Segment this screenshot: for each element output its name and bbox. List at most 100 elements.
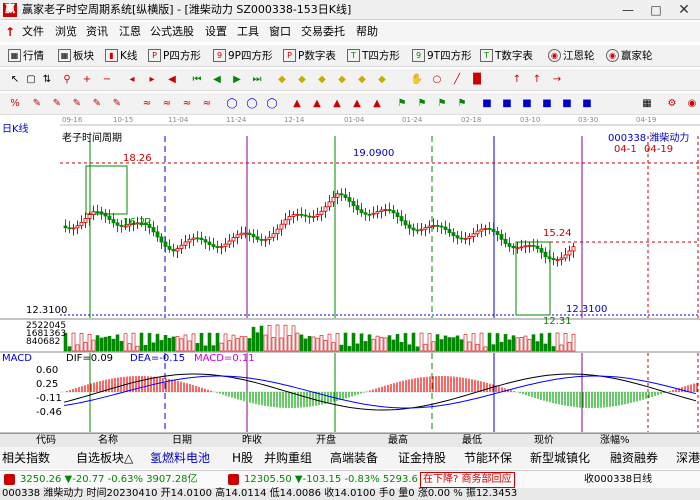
fan-icon[interactable]: █ xyxy=(470,73,484,87)
layout-icon[interactable]: ▦ xyxy=(640,97,654,111)
flag4-icon[interactable]: ⚑ xyxy=(455,97,469,111)
square4-icon[interactable]: ■ xyxy=(540,97,554,111)
flag2-icon[interactable]: ⚑ xyxy=(415,97,429,111)
tb-sector[interactable]: ▦ 板块 xyxy=(58,45,94,67)
first-bar-icon[interactable]: ⏮ xyxy=(190,73,204,87)
toggle-icon[interactable]: ◉ xyxy=(685,97,699,111)
sector-equipment[interactable]: 高端装备 xyxy=(330,447,378,469)
close-chart-label[interactable]: 收000338日线 xyxy=(584,471,652,489)
percent-icon[interactable]: % xyxy=(8,97,22,111)
menu-file[interactable]: 文件 xyxy=(22,22,44,42)
wave-icon[interactable]: ≈ xyxy=(140,97,154,111)
sector-csf[interactable]: 证金持股 xyxy=(398,447,446,469)
sector-hydrogen[interactable]: 氢燃料电池 xyxy=(150,447,210,469)
menu-help[interactable]: 帮助 xyxy=(356,22,378,42)
tb-9t-square[interactable]: 9 9T四方形 xyxy=(412,45,472,67)
col-name[interactable]: 名称 xyxy=(98,434,118,448)
hand-icon[interactable]: ✋ xyxy=(410,73,424,87)
square3-icon[interactable]: ■ xyxy=(520,97,534,111)
flag3-icon[interactable]: ⚑ xyxy=(435,97,449,111)
diamond4-icon[interactable]: ◆ xyxy=(335,73,349,87)
col-prev-close[interactable]: 昨收 xyxy=(242,434,262,448)
circle-tool2-icon[interactable]: ◯ xyxy=(245,97,259,111)
diamond2-icon[interactable]: ◆ xyxy=(295,73,309,87)
menu-formula[interactable]: 公式选股 xyxy=(150,22,194,42)
chart-area[interactable]: 日K线 老子时间周期 000338 潍柴动力 04-1 04-19 09-16 … xyxy=(0,116,700,434)
arrow-up2-icon[interactable]: ↑ xyxy=(530,73,544,87)
circle-icon[interactable]: ○ xyxy=(430,73,444,87)
maximize-icon[interactable]: □ xyxy=(642,0,670,20)
tb-kline[interactable]: ▮ K线 xyxy=(105,45,137,67)
wave4-icon[interactable]: ≈ xyxy=(200,97,214,111)
pen2-icon[interactable]: ✎ xyxy=(50,97,64,111)
sector-shenzhen-hk[interactable]: 深港 xyxy=(676,447,700,469)
flag-icon[interactable]: ⚑ xyxy=(395,97,409,111)
kline-chart[interactable] xyxy=(0,116,700,434)
tb-gann-wheel[interactable]: ◉ 江恩轮 xyxy=(548,45,595,67)
arrow-up-icon[interactable]: ↑ xyxy=(510,73,524,87)
sector-margin[interactable]: 融资融券 xyxy=(610,447,658,469)
next-bar-icon[interactable]: ▶ xyxy=(230,73,244,87)
col-date[interactable]: 日期 xyxy=(172,434,192,448)
prev-bar-icon[interactable]: ◀ xyxy=(210,73,224,87)
mark5-icon[interactable]: ▲ xyxy=(370,97,384,111)
mark3-icon[interactable]: ▲ xyxy=(330,97,344,111)
square-icon[interactable]: ■ xyxy=(480,97,494,111)
minimize-icon[interactable]: — xyxy=(614,0,642,20)
tb-p-table[interactable]: P P数字表 xyxy=(283,45,336,67)
circle-tool3-icon[interactable]: ◯ xyxy=(265,97,279,111)
col-high[interactable]: 最高 xyxy=(388,434,408,448)
line-icon[interactable]: ╱ xyxy=(450,73,464,87)
mark4-icon[interactable]: ▲ xyxy=(350,97,364,111)
col-low[interactable]: 最低 xyxy=(462,434,482,448)
diamond6-icon[interactable]: ◆ xyxy=(375,73,389,87)
pen5-icon[interactable]: ✎ xyxy=(110,97,124,111)
search-icon[interactable]: ⚲ xyxy=(60,73,74,87)
sector-ma[interactable]: 并购重组 xyxy=(264,447,312,469)
col-open[interactable]: 开盘 xyxy=(316,434,336,448)
diamond3-icon[interactable]: ◆ xyxy=(315,73,329,87)
zoom-out-icon[interactable]: − xyxy=(100,73,114,87)
col-code[interactable]: 代码 xyxy=(36,434,56,448)
mark2-icon[interactable]: ▲ xyxy=(310,97,324,111)
sz-index[interactable]: 12305.50 ▼-103.15 -0.83% 5293.6 xyxy=(244,471,418,489)
menu-trade[interactable]: 交易委托 xyxy=(301,22,345,42)
shrink-icon[interactable]: ◂ xyxy=(125,73,139,87)
wave3-icon[interactable]: ≈ xyxy=(180,97,194,111)
arrow-right-icon[interactable]: → xyxy=(550,73,564,87)
sector-urbanization[interactable]: 新型城镇化 xyxy=(530,447,590,469)
mark-icon[interactable]: ▲ xyxy=(290,97,304,111)
compare-icon[interactable]: ⇅ xyxy=(40,73,54,87)
select-icon[interactable]: ▢ xyxy=(24,73,38,87)
sector-h-shares[interactable]: H股 xyxy=(232,447,253,469)
wave2-icon[interactable]: ≈ xyxy=(160,97,174,111)
cursor-icon[interactable]: ↖ xyxy=(8,73,22,87)
diamond5-icon[interactable]: ◆ xyxy=(355,73,369,87)
news-ticker[interactable]: 在下降? 商务部回应 xyxy=(420,472,515,488)
square6-icon[interactable]: ■ xyxy=(580,97,594,111)
prev-icon[interactable]: ◀ xyxy=(165,73,179,87)
tb-quotes[interactable]: ▦ 行情 xyxy=(8,45,44,67)
settings-icon[interactable]: ⚙ xyxy=(665,97,679,111)
menu-browse[interactable]: 浏览 xyxy=(55,22,77,42)
square5-icon[interactable]: ■ xyxy=(560,97,574,111)
tb-t-square[interactable]: T T四方形 xyxy=(347,45,400,67)
square2-icon[interactable]: ■ xyxy=(500,97,514,111)
tb-t-table[interactable]: T T数字表 xyxy=(480,45,533,67)
col-change-pct[interactable]: 涨幅% xyxy=(600,434,630,448)
menu-settings[interactable]: 设置 xyxy=(205,22,227,42)
sector-green[interactable]: 节能环保 xyxy=(464,447,512,469)
circle-tool-icon[interactable]: ◯ xyxy=(225,97,239,111)
tb-winner-wheel[interactable]: ◉ 赢家轮 xyxy=(606,45,653,67)
col-price[interactable]: 现价 xyxy=(534,434,554,448)
menu-gann[interactable]: 江恩 xyxy=(119,22,141,42)
close-icon[interactable]: ✕ xyxy=(670,0,698,20)
sh-index[interactable]: 3250.26 ▼-20.77 -0.63% 3907.28亿 xyxy=(20,471,198,489)
menu-window[interactable]: 窗口 xyxy=(269,22,291,42)
pen-icon[interactable]: ✎ xyxy=(30,97,44,111)
sector-related-index[interactable]: 相关指数 xyxy=(2,447,50,469)
zoom-in-icon[interactable]: + xyxy=(80,73,94,87)
pen3-icon[interactable]: ✎ xyxy=(70,97,84,111)
menu-tools[interactable]: 工具 xyxy=(237,22,259,42)
menu-news[interactable]: 资讯 xyxy=(86,22,108,42)
